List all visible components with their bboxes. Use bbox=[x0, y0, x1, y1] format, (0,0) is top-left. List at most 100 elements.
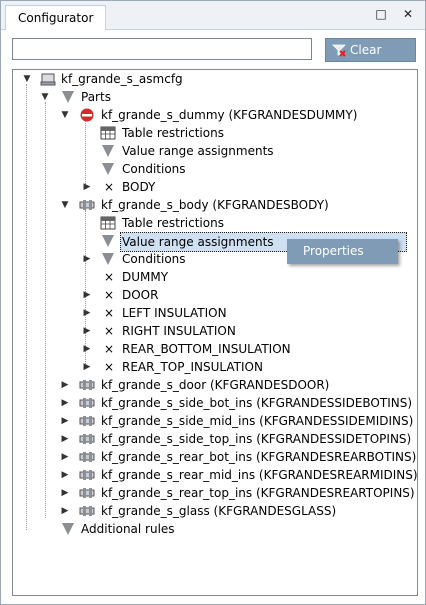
part-icon bbox=[79, 200, 95, 210]
tree-item-label: Table restrictions bbox=[122, 216, 224, 230]
tree-node-variable[interactable]: × DUMMY bbox=[13, 268, 413, 286]
collapse-arrow-icon[interactable]: ▼ bbox=[60, 196, 70, 214]
maximize-icon[interactable]: □ bbox=[374, 7, 388, 21]
tree-item-label: Conditions bbox=[122, 252, 186, 266]
tree-node-variable[interactable]: ▶ × DOOR bbox=[13, 286, 413, 304]
context-menu-item-properties[interactable]: Properties bbox=[303, 244, 364, 258]
expand-arrow-icon[interactable]: ▶ bbox=[82, 340, 92, 358]
tree-node-part[interactable]: ▶ kf_grande_s_door (KFGRANDESDOOR) bbox=[13, 376, 413, 394]
tree-node-variable[interactable]: ▶ × REAR_TOP_INSULATION bbox=[13, 358, 413, 376]
tree-node-part[interactable]: ▼ kf_grande_s_dummy (KFGRANDESDUMMY) bbox=[13, 106, 413, 124]
tree-node-parts[interactable]: ▼ Parts bbox=[13, 88, 413, 106]
cross-icon: × bbox=[104, 306, 115, 320]
expand-arrow-icon[interactable]: ▶ bbox=[60, 484, 70, 502]
clear-filter-icon bbox=[332, 44, 346, 57]
part-icon bbox=[79, 398, 95, 408]
tree-node-part[interactable]: ▶ kf_grande_s_rear_top_ins (KFGRANDESREA… bbox=[13, 484, 415, 502]
tree-node-conditions[interactable]: Conditions bbox=[13, 160, 413, 178]
tree-node-variable[interactable]: ▶ × BODY bbox=[13, 178, 413, 196]
tab-title: Configurator bbox=[18, 11, 94, 25]
funnel-icon bbox=[102, 253, 114, 265]
tree-item-label: REAR_TOP_INSULATION bbox=[122, 360, 263, 374]
funnel-icon bbox=[62, 523, 74, 535]
part-label: kf_grande_s_rear_bot_ins (KFGRANDESREARB… bbox=[101, 450, 417, 464]
collapse-arrow-icon[interactable]: ▼ bbox=[22, 70, 32, 88]
part-icon bbox=[79, 452, 95, 462]
additional-rules-label: Additional rules bbox=[81, 522, 175, 536]
clear-filters-button[interactable]: Clear Filters bbox=[325, 38, 416, 79]
funnel-icon bbox=[62, 91, 74, 103]
cross-icon: × bbox=[104, 360, 115, 374]
tree-node-part[interactable]: ▶ kf_grande_s_rear_bot_ins (KFGRANDESREA… bbox=[13, 448, 417, 466]
tree-node-additional-rules[interactable]: Additional rules bbox=[13, 520, 413, 538]
cross-icon: × bbox=[104, 270, 115, 284]
filter-input[interactable] bbox=[12, 38, 312, 60]
tree-node-part[interactable]: ▶ kf_grande_s_side_bot_ins (KFGRANDESSID… bbox=[13, 394, 413, 412]
part-label: kf_grande_s_dummy (KFGRANDESDUMMY) bbox=[101, 108, 358, 122]
cross-icon: × bbox=[104, 324, 115, 338]
part-icon bbox=[79, 416, 95, 426]
funnel-icon bbox=[102, 235, 114, 247]
expand-arrow-icon[interactable]: ▶ bbox=[82, 178, 92, 196]
filter-row: Clear Filters bbox=[12, 38, 416, 79]
tab-configurator[interactable]: Configurator bbox=[5, 5, 107, 30]
tree-item-label: DUMMY bbox=[122, 270, 169, 284]
expand-arrow-icon[interactable]: ▶ bbox=[60, 394, 70, 412]
part-label: kf_grande_s_side_bot_ins (KFGRANDESSIDEB… bbox=[101, 396, 413, 410]
table-icon bbox=[100, 216, 116, 230]
part-label: kf_grande_s_rear_top_ins (KFGRANDESREART… bbox=[101, 486, 415, 500]
part-label: kf_grande_s_door (KFGRANDESDOOR) bbox=[101, 378, 330, 392]
funnel-icon bbox=[102, 145, 114, 157]
error-part-icon bbox=[80, 108, 94, 122]
expand-arrow-icon[interactable]: ▶ bbox=[60, 502, 70, 520]
part-label: kf_grande_s_body (KFGRANDESBODY) bbox=[101, 198, 329, 212]
tree-node-root[interactable]: ▼ kf_grande_s_asmcfg bbox=[13, 70, 413, 88]
expand-arrow-icon[interactable]: ▶ bbox=[82, 286, 92, 304]
cross-icon: × bbox=[104, 342, 115, 356]
expand-arrow-icon[interactable]: ▶ bbox=[60, 448, 70, 466]
expand-arrow-icon[interactable]: ▶ bbox=[60, 376, 70, 394]
close-icon[interactable]: ✕ bbox=[401, 7, 415, 21]
part-label: kf_grande_s_side_mid_ins (KFGRANDESSIDEM… bbox=[101, 414, 414, 428]
expand-arrow-icon[interactable]: ▶ bbox=[82, 322, 92, 340]
expand-arrow-icon[interactable]: ▶ bbox=[60, 412, 70, 430]
configurator-panel: Configurator □ ✕ Clear Filters ▼ kf_gran… bbox=[0, 0, 426, 605]
tree-item-label: Table restrictions bbox=[122, 126, 224, 140]
expand-arrow-icon[interactable]: ▶ bbox=[82, 250, 92, 268]
expand-arrow-icon[interactable]: ▶ bbox=[82, 304, 92, 322]
part-icon bbox=[79, 470, 95, 480]
root-label: kf_grande_s_asmcfg bbox=[61, 72, 183, 86]
part-label: kf_grande_s_rear_mid_ins (KFGRANDESREARM… bbox=[101, 468, 418, 482]
cross-icon: × bbox=[104, 288, 115, 302]
part-icon bbox=[79, 434, 95, 444]
assembly-config-icon bbox=[40, 73, 56, 86]
tree-item-label: Value range assignments bbox=[122, 144, 274, 158]
collapse-arrow-icon[interactable]: ▼ bbox=[60, 106, 70, 124]
part-label: kf_grande_s_side_top_ins (KFGRANDESSIDET… bbox=[101, 432, 412, 446]
tree-item-label: BODY bbox=[122, 180, 156, 194]
part-icon bbox=[79, 506, 95, 516]
parts-label: Parts bbox=[81, 90, 111, 104]
tree-node-variable[interactable]: ▶ × LEFT INSULATION bbox=[13, 304, 413, 322]
tree-node-part[interactable]: ▶ kf_grande_s_side_mid_ins (KFGRANDESSID… bbox=[13, 412, 414, 430]
expand-arrow-icon[interactable]: ▶ bbox=[82, 358, 92, 376]
tree-node-part[interactable]: ▶ kf_grande_s_rear_mid_ins (KFGRANDESREA… bbox=[13, 466, 417, 484]
configuration-tree[interactable]: ▼ kf_grande_s_asmcfg ▼ Parts ▼ kf_grande… bbox=[12, 69, 418, 596]
collapse-arrow-icon[interactable]: ▼ bbox=[40, 88, 50, 106]
tree-node-value-range[interactable]: Value range assignments bbox=[13, 142, 413, 160]
tree-item-label: LEFT INSULATION bbox=[122, 306, 227, 320]
tree-item-label: REAR_BOTTOM_INSULATION bbox=[122, 342, 291, 356]
expand-arrow-icon[interactable]: ▶ bbox=[60, 430, 70, 448]
tree-node-part[interactable]: ▶ kf_grande_s_glass (KFGRANDESGLASS) bbox=[13, 502, 413, 520]
tree-node-table-restrictions[interactable]: Table restrictions bbox=[13, 124, 413, 142]
table-icon bbox=[100, 126, 116, 140]
cross-icon: × bbox=[104, 180, 115, 194]
tree-item-label: DOOR bbox=[122, 288, 159, 302]
funnel-icon bbox=[102, 163, 114, 175]
tree-node-table-restrictions[interactable]: Table restrictions bbox=[13, 214, 413, 232]
tree-node-part[interactable]: ▼ kf_grande_s_body (KFGRANDESBODY) bbox=[13, 196, 413, 214]
tree-node-part[interactable]: ▶ kf_grande_s_side_top_ins (KFGRANDESSID… bbox=[13, 430, 413, 448]
tree-node-variable[interactable]: ▶ × RIGHT INSULATION bbox=[13, 322, 413, 340]
expand-arrow-icon[interactable]: ▶ bbox=[60, 466, 70, 484]
tree-node-variable[interactable]: ▶ × REAR_BOTTOM_INSULATION bbox=[13, 340, 413, 358]
